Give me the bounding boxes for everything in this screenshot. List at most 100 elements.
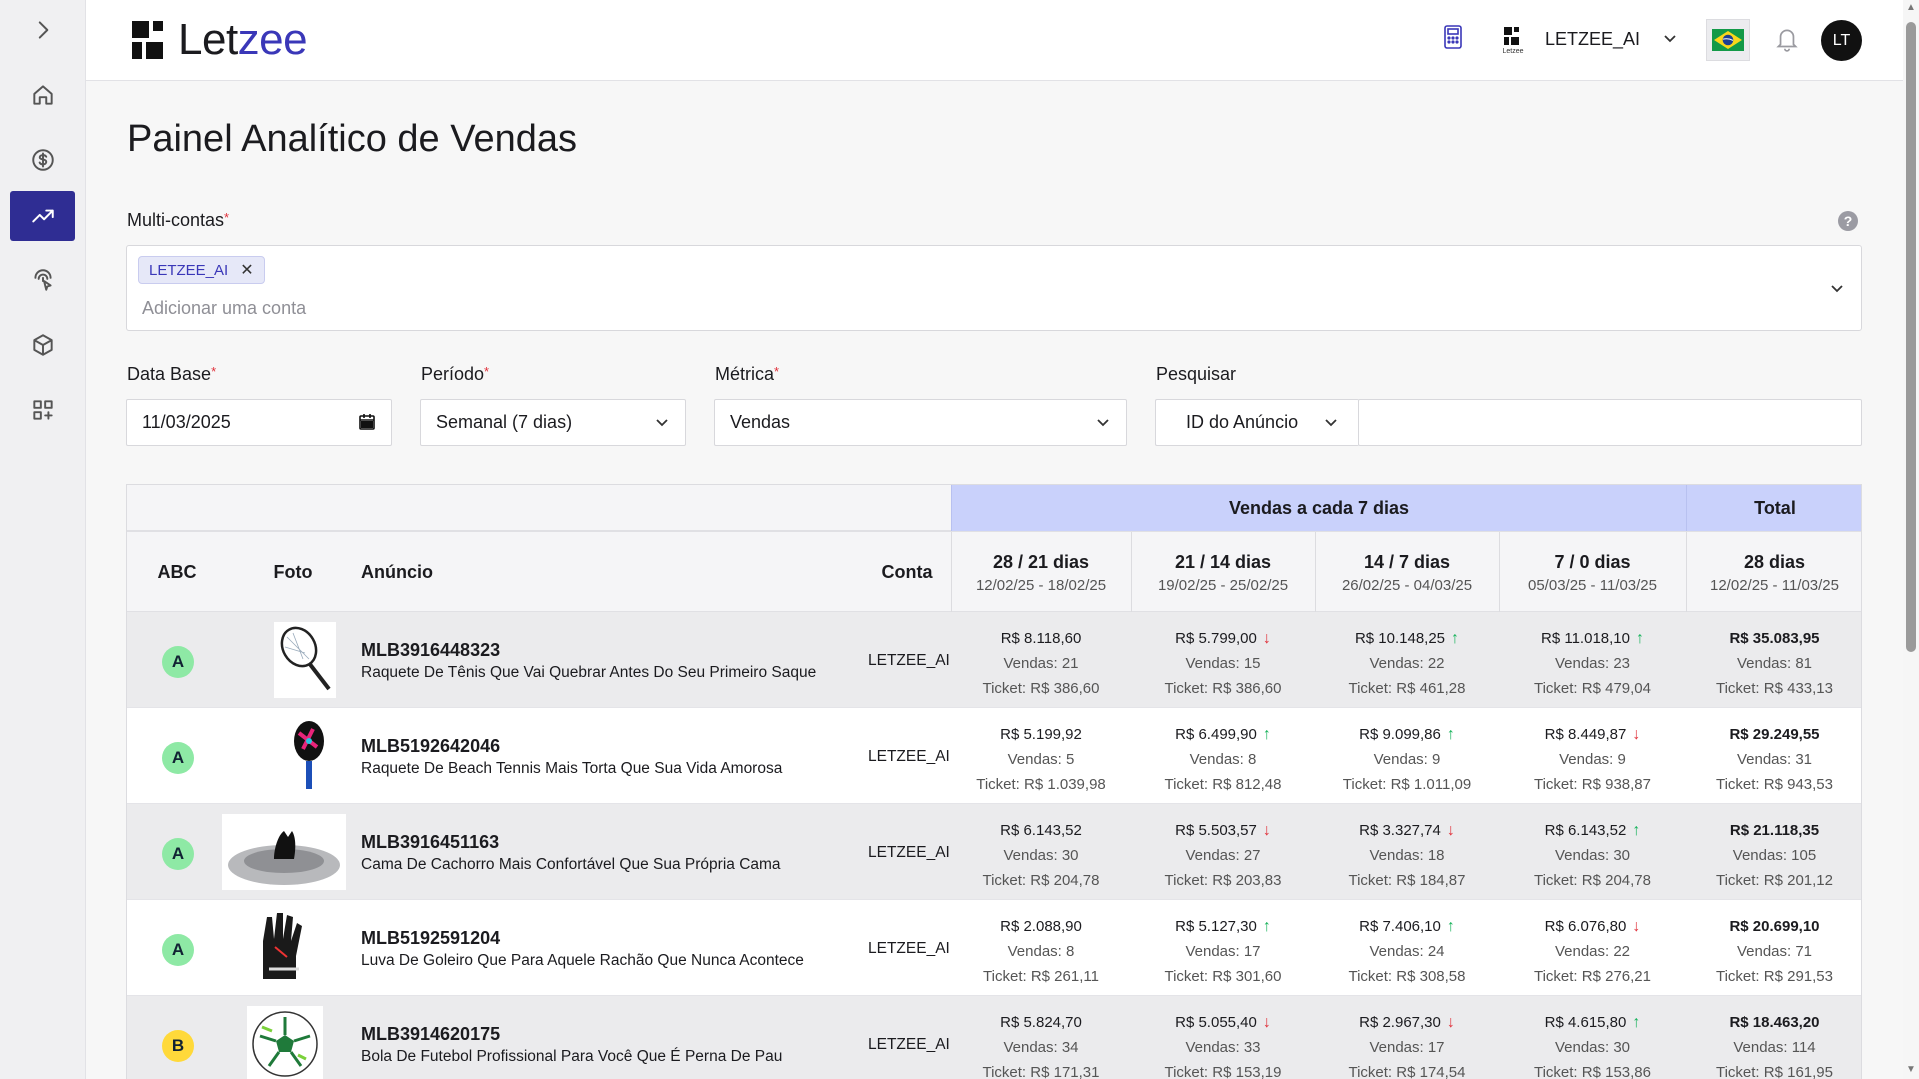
col-period-2[interactable]: 21 / 14 dias 19/02/25 - 25/02/25: [1131, 532, 1315, 613]
period-cell: R$ 6.143,52 ↑ Vendas: 30 Ticket: R$ 204,7…: [1499, 818, 1686, 893]
user-avatar[interactable]: LT: [1821, 20, 1862, 61]
product-photo[interactable]: [246, 910, 322, 986]
table-column-headers: ABC Foto Anúncio Conta 28 / 21 dias 12/02…: [127, 531, 1861, 613]
total-revenue-value: R$ 35.083,95: [1729, 630, 1820, 647]
metrica-select[interactable]: Vendas: [714, 399, 1127, 446]
table-row[interactable]: A MLB5192642046 Raquete De Beach Tennis Ma…: [127, 708, 1861, 804]
chevron-down-icon: [1831, 285, 1843, 293]
account-chip: LETZEE_AI ✕: [138, 256, 265, 284]
sidebar-item-analytics[interactable]: [10, 191, 75, 241]
col-conta[interactable]: Conta: [872, 532, 942, 613]
account-logo[interactable]: Letzee: [1498, 25, 1528, 55]
sales-count: Vendas: 21: [1003, 655, 1079, 672]
total-ticket-value: Ticket: R$ 161,95: [1715, 1064, 1833, 1079]
periodo-label: Período*: [421, 364, 489, 385]
ad-id-link[interactable]: MLB5192591204: [361, 928, 500, 949]
multi-accounts-label: Multi-contas*: [127, 210, 229, 231]
scroll-down-arrow-icon[interactable]: ▼: [1906, 1064, 1916, 1075]
trend-down-arrow-icon: ↓: [1262, 630, 1271, 647]
col-abc[interactable]: ABC: [127, 532, 227, 613]
periodo-value: Semanal (7 dias): [436, 412, 573, 432]
trend-down-arrow-icon: ↓: [1446, 1014, 1455, 1031]
revenue-value: R$ 5.055,40: [1175, 1014, 1257, 1031]
period-cell: R$ 8.449,87 ↓ Vendas: 9 Ticket: R$ 938,87: [1499, 722, 1686, 797]
ticket-value: Ticket: R$ 174,54: [1348, 1064, 1466, 1079]
col-period-4[interactable]: 7 / 0 dias 05/03/25 - 11/03/25: [1499, 532, 1686, 613]
product-photo[interactable]: [289, 718, 329, 794]
period-label: 21 / 14 dias: [1174, 551, 1272, 572]
ad-id-link[interactable]: MLB5192642046: [361, 736, 500, 757]
table-row[interactable]: A MLB5192591204 Luva De Goleiro Que Para A…: [127, 900, 1861, 996]
period-range: 12/02/25 - 11/03/25: [1710, 576, 1839, 594]
logo-text-zee: zee: [237, 15, 308, 64]
ticket-value: Ticket: R$ 1.039,98: [976, 776, 1106, 793]
calculator-button[interactable]: [1443, 24, 1463, 55]
search-type-select[interactable]: ID do Anúncio: [1155, 399, 1359, 446]
help-icon[interactable]: ?: [1838, 211, 1858, 231]
calendar-icon[interactable]: [358, 413, 376, 436]
trend-up-arrow-icon: ↑: [1632, 822, 1641, 839]
data-base-date-input[interactable]: 11/03/2025: [126, 399, 392, 446]
chevron-down-icon: [654, 414, 670, 435]
product-photo[interactable]: [274, 622, 336, 698]
account-cell: LETZEE_AI: [868, 844, 950, 861]
col-period-1[interactable]: 28 / 21 dias 12/02/25 - 18/02/25: [951, 532, 1131, 613]
scroll-thumb[interactable]: [1906, 22, 1916, 652]
ad-id-link[interactable]: MLB3916451163: [361, 832, 499, 853]
multi-accounts-select[interactable]: LETZEE_AI ✕ Adicionar uma conta: [126, 245, 1862, 331]
sales-count: Vendas: 22: [1369, 655, 1445, 672]
sidebar-item-finance[interactable]: [10, 135, 75, 185]
col-anuncio[interactable]: Anúncio: [361, 532, 561, 613]
multi-accounts-chevron[interactable]: [1829, 280, 1845, 301]
account-dropdown-chevron[interactable]: [1662, 30, 1678, 51]
product-photo[interactable]: [222, 814, 346, 890]
period-cell: R$ 6.499,90 ↑ Vendas: 8 Ticket: R$ 812,48: [1131, 722, 1315, 797]
account-name[interactable]: LETZEE_AI: [1545, 29, 1640, 50]
revenue-value: R$ 6.143,52: [1544, 822, 1627, 839]
weekly-sales-group-header: Vendas a cada 7 dias: [951, 485, 1686, 531]
table-row[interactable]: B MLB3914620175 Bola De Futebol Profission…: [127, 996, 1861, 1079]
total-revenue-value: R$ 20.699,10: [1729, 918, 1820, 935]
periodo-select[interactable]: Semanal (7 dias): [420, 399, 686, 446]
sidebar-item-products[interactable]: [10, 320, 75, 370]
scroll-up-arrow-icon[interactable]: ▲: [1906, 2, 1916, 13]
period-cell: R$ 10.148,25 ↑ Vendas: 22 Ticket: R$ 461,…: [1315, 626, 1499, 701]
sales-count: Vendas: 8: [1007, 943, 1075, 960]
total-sales-count: Vendas: 71: [1736, 943, 1813, 960]
revenue-value: R$ 6.143,52: [1000, 822, 1082, 839]
ad-id-link[interactable]: MLB3914620175: [361, 1024, 500, 1045]
col-total[interactable]: 28 dias 12/02/25 - 11/03/25: [1686, 532, 1861, 613]
sidebar-item-tracking[interactable]: [10, 255, 75, 305]
page-scrollbar[interactable]: ▲ ▼: [1903, 0, 1919, 1079]
product-photo[interactable]: [247, 1006, 323, 1079]
multi-accounts-placeholder[interactable]: Adicionar uma conta: [142, 298, 306, 319]
trend-up-arrow-icon: ↑: [1446, 726, 1455, 743]
trend-up-arrow-icon: ↑: [1451, 630, 1460, 647]
period-label: 7 / 0 dias: [1554, 551, 1631, 572]
search-input[interactable]: [1358, 399, 1862, 446]
language-selector-button[interactable]: [1706, 19, 1750, 61]
total-ticket-value: Ticket: R$ 201,12: [1715, 872, 1833, 889]
required-mark: *: [774, 364, 780, 379]
period-range: 12/02/25 - 18/02/25: [975, 576, 1107, 594]
table-row[interactable]: A MLB3916448323 Raquete De Tênis Que Vai Q…: [127, 612, 1861, 708]
top-header: Letzee Letzee LETZEE_AI LT: [86, 0, 1903, 81]
ad-title: Cama De Cachorro Mais Confortável Que Su…: [361, 856, 781, 873]
table-row[interactable]: A MLB3916451163 Cama De Cachorro Mais Conf…: [127, 804, 1861, 900]
page-title: Painel Analítico de Vendas: [127, 118, 578, 160]
expand-sidebar-button[interactable]: [10, 5, 75, 55]
revenue-value: R$ 2.967,30: [1359, 1014, 1441, 1031]
account-chip-label: LETZEE_AI: [149, 261, 229, 279]
col-period-3[interactable]: 14 / 7 dias 26/02/25 - 04/03/25: [1315, 532, 1499, 613]
trend-up-arrow-icon: ↑: [1446, 918, 1455, 935]
remove-chip-icon[interactable]: ✕: [240, 260, 253, 280]
ad-id-link[interactable]: MLB3916448323: [361, 640, 500, 661]
pesquisar-label: Pesquisar: [1156, 364, 1237, 384]
revenue-value: R$ 8.449,87: [1544, 726, 1627, 743]
total-cell: R$ 29.249,55 Vendas: 31 Ticket: R$ 943,5…: [1686, 722, 1861, 797]
notifications-button[interactable]: [1774, 25, 1800, 58]
logo-text-let: Let: [178, 15, 238, 64]
sidebar-item-home[interactable]: [10, 70, 75, 120]
sidebar-item-apps[interactable]: [10, 385, 75, 435]
letzee-logo[interactable]: Letzee: [132, 15, 308, 64]
